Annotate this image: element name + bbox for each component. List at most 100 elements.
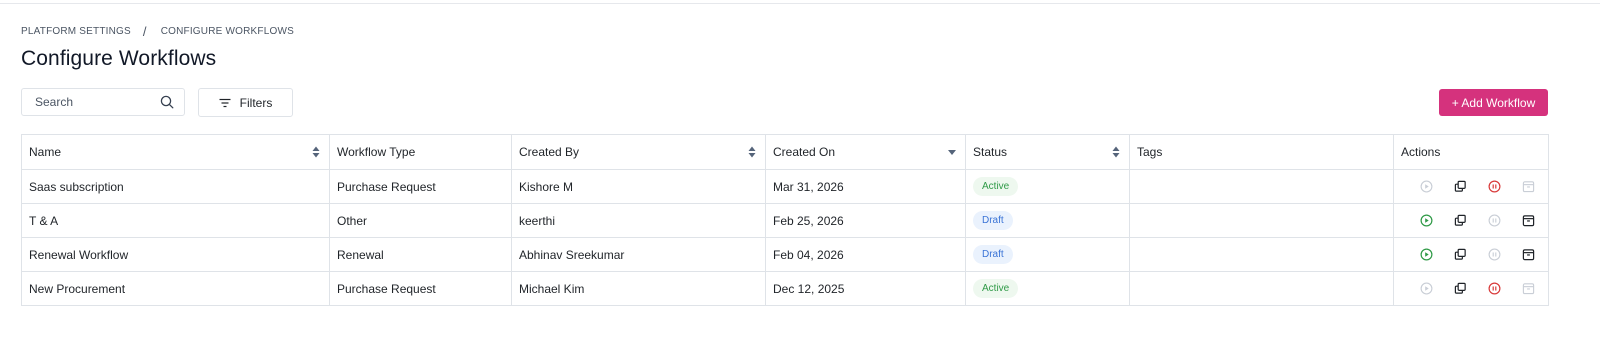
pause-icon: [1488, 282, 1500, 295]
cell-actions: [1393, 237, 1549, 272]
search-box: [21, 88, 185, 116]
breadcrumb-separator: /: [142, 24, 147, 39]
column-header-created-on[interactable]: Created On: [765, 134, 966, 170]
column-header-workflow-type-label: Workflow Type: [337, 145, 416, 159]
play-icon: [1420, 214, 1432, 227]
archive-button[interactable]: [1511, 180, 1545, 193]
column-header-tags: Tags: [1129, 134, 1394, 170]
cell-created-by: keerthi: [511, 203, 766, 238]
table-header-row: Name Workflow Type Created By Created On…: [21, 134, 1549, 170]
column-header-actions-label: Actions: [1401, 145, 1441, 159]
column-header-created-on-label: Created On: [773, 145, 836, 159]
cell-created-on: Feb 25, 2026: [765, 203, 966, 238]
filter-icon: [219, 98, 231, 107]
copy-icon: [1454, 282, 1466, 294]
play-icon: [1420, 180, 1432, 193]
cell-status: Active: [965, 169, 1130, 204]
activate-button[interactable]: [1409, 248, 1443, 261]
pause-icon: [1488, 180, 1500, 193]
activate-button[interactable]: [1409, 282, 1443, 295]
cell-status: Active: [965, 271, 1130, 306]
cell-workflow-type: Renewal: [329, 237, 512, 272]
cell-workflow-type: Purchase Request: [329, 271, 512, 306]
pause-icon: [1488, 214, 1500, 227]
column-header-created-by[interactable]: Created By: [511, 134, 766, 170]
activate-button[interactable]: [1409, 180, 1443, 193]
cell-created-on: Mar 31, 2026: [765, 169, 966, 204]
cell-workflow-type: Other: [329, 203, 512, 238]
cell-status: Draft: [965, 237, 1130, 272]
column-header-status[interactable]: Status: [965, 134, 1130, 170]
cell-tags: [1129, 169, 1394, 204]
cell-status: Draft: [965, 203, 1130, 238]
deactivate-button[interactable]: [1477, 248, 1511, 261]
search-input[interactable]: [22, 89, 152, 115]
column-header-created-by-label: Created By: [519, 145, 580, 159]
sort-icon[interactable]: [1112, 146, 1120, 158]
cell-actions: [1393, 203, 1549, 238]
filters-button[interactable]: Filters: [198, 88, 293, 117]
status-badge: Draft: [973, 245, 1013, 264]
table-row[interactable]: Renewal Workflow Renewal Abhinav Sreekum…: [21, 237, 1549, 272]
play-icon: [1420, 282, 1432, 295]
cell-actions: [1393, 271, 1549, 306]
cell-workflow-type: Purchase Request: [329, 169, 512, 204]
duplicate-button[interactable]: [1443, 282, 1477, 295]
cell-tags: [1129, 203, 1394, 238]
status-badge: Draft: [973, 211, 1013, 230]
play-icon: [1420, 248, 1432, 261]
copy-icon: [1454, 214, 1466, 226]
cell-created-on: Dec 12, 2025: [765, 271, 966, 306]
copy-icon: [1454, 248, 1466, 260]
duplicate-button[interactable]: [1443, 214, 1477, 227]
cell-created-by: Kishore M: [511, 169, 766, 204]
workflows-table: Name Workflow Type Created By Created On…: [21, 134, 1549, 306]
deactivate-button[interactable]: [1477, 180, 1511, 193]
activate-button[interactable]: [1409, 214, 1443, 227]
duplicate-button[interactable]: [1443, 248, 1477, 261]
breadcrumb-current: CONFIGURE WORKFLOWS: [160, 26, 294, 37]
pause-icon: [1488, 248, 1500, 261]
column-header-name[interactable]: Name: [21, 134, 330, 170]
deactivate-button[interactable]: [1477, 214, 1511, 227]
deactivate-button[interactable]: [1477, 282, 1511, 295]
cell-created-by: Abhinav Sreekumar: [511, 237, 766, 272]
archive-icon: [1522, 283, 1534, 295]
archive-button[interactable]: [1511, 214, 1545, 227]
status-badge: Active: [973, 177, 1019, 196]
table-row[interactable]: Saas subscription Purchase Request Kisho…: [21, 169, 1549, 204]
cell-created-by: Michael Kim: [511, 271, 766, 306]
copy-icon: [1454, 180, 1466, 192]
sort-icon[interactable]: [312, 146, 320, 158]
sort-icon[interactable]: [748, 146, 756, 158]
table-row[interactable]: New Procurement Purchase Request Michael…: [21, 271, 1549, 306]
filters-label: Filters: [239, 95, 273, 110]
archive-button[interactable]: [1511, 248, 1545, 261]
column-header-tags-label: Tags: [1137, 145, 1163, 159]
cell-name[interactable]: Renewal Workflow: [21, 237, 330, 272]
cell-tags: [1129, 271, 1394, 306]
sort-desc-icon[interactable]: [948, 146, 956, 158]
column-header-name-label: Name: [29, 145, 62, 159]
search-icon[interactable]: [160, 95, 174, 109]
cell-name[interactable]: T & A: [21, 203, 330, 238]
column-header-actions: Actions: [1393, 134, 1549, 170]
archive-icon: [1522, 249, 1534, 261]
duplicate-button[interactable]: [1443, 180, 1477, 193]
cell-created-on: Feb 04, 2026: [765, 237, 966, 272]
archive-icon: [1522, 181, 1534, 193]
cell-name[interactable]: New Procurement: [21, 271, 330, 306]
cell-tags: [1129, 237, 1394, 272]
archive-button[interactable]: [1511, 282, 1545, 295]
cell-actions: [1393, 169, 1549, 204]
table-row[interactable]: T & A Other keerthi Feb 25, 2026 Draft: [21, 203, 1549, 238]
add-workflow-button[interactable]: + Add Workflow: [1439, 89, 1548, 116]
archive-icon: [1522, 215, 1534, 227]
breadcrumb-platform-settings[interactable]: PLATFORM SETTINGS: [21, 26, 131, 37]
top-divider: [0, 3, 1600, 4]
column-header-workflow-type: Workflow Type: [329, 134, 512, 170]
cell-name[interactable]: Saas subscription: [21, 169, 330, 204]
column-header-status-label: Status: [973, 145, 1008, 159]
page-title: Configure Workflows: [21, 47, 217, 70]
status-badge: Active: [973, 279, 1019, 298]
